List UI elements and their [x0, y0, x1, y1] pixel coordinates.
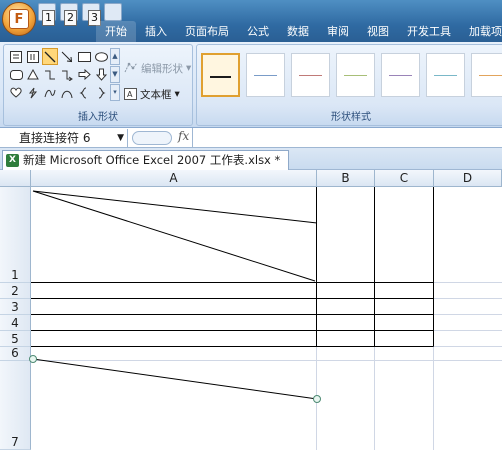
chevron-down-icon: ▾ [174, 88, 180, 100]
gallery-more-icon[interactable]: ▾ [110, 84, 120, 101]
table-borders [31, 187, 434, 347]
tab-page-layout[interactable]: 页面布局 [176, 21, 238, 42]
edit-shape-button[interactable]: 编辑形状 ▾ [124, 59, 191, 77]
formula-input[interactable] [192, 128, 502, 147]
text-box-button[interactable]: A 文本框 ▾ [124, 85, 180, 103]
ribbon-tabs: 开始 插入 页面布局 公式 数据 审阅 视图 开发工具 加载项 [96, 21, 502, 42]
straight-connector-6[interactable] [32, 358, 318, 400]
ribbon-tab-bar: F 1 2 3 开始 插入 页面布局 公式 数据 审阅 视图 开发工具 加载项 [0, 0, 502, 42]
insert-shapes-group: ▲ ▼ ▾ 编辑形状 ▾ A 文本框 ▾ 插入形状 [3, 44, 193, 126]
formula-bar: 直接连接符 6 ▼ fx [0, 128, 502, 148]
ribbon-body: ▲ ▼ ▾ 编辑形状 ▾ A 文本框 ▾ 插入形状 形状样式 [0, 42, 502, 128]
insert-shapes-group-label: 插入形状 [78, 112, 118, 123]
rectangle-shape-icon[interactable] [76, 48, 92, 65]
right-brace-shape-icon[interactable] [93, 84, 109, 101]
text-box-icon: A [124, 88, 137, 100]
tab-home[interactable]: 开始 [96, 21, 136, 42]
key-tip-1: 1 [42, 10, 55, 26]
left-brace-shape-icon[interactable] [76, 84, 92, 101]
shape-style-3[interactable] [291, 53, 330, 97]
shape-style-5[interactable] [381, 53, 420, 97]
chevron-down-icon: ▾ [186, 62, 192, 74]
connector-handle-start[interactable] [29, 355, 37, 363]
excel-file-icon: X [6, 154, 19, 167]
shape-gallery-scroll[interactable]: ▲ ▼ ▾ [110, 48, 120, 102]
tab-formulas[interactable]: 公式 [238, 21, 278, 42]
office-button[interactable]: F [2, 2, 36, 36]
connector-handle-end[interactable] [313, 395, 321, 403]
line-shape-icon[interactable] [42, 48, 58, 65]
gallery-up-icon[interactable]: ▲ [110, 48, 120, 65]
shape-style-2[interactable] [246, 53, 285, 97]
gallery-down-icon[interactable]: ▼ [110, 66, 120, 83]
shape-style-4[interactable] [336, 53, 375, 97]
freeform-curve-shape-icon[interactable] [42, 84, 58, 101]
edit-shape-label: 编辑形状 [141, 62, 183, 75]
chevron-down-icon[interactable]: ▼ [117, 129, 124, 147]
tab-data[interactable]: 数据 [278, 21, 318, 42]
key-tip-2: 2 [64, 10, 77, 26]
triangle-shape-icon[interactable] [25, 66, 41, 83]
edit-shape-icon [124, 62, 138, 73]
shape-style-6[interactable] [426, 53, 465, 97]
shape-styles-group-label: 形状样式 [331, 112, 371, 123]
diagonal-header-line-2[interactable] [32, 190, 316, 282]
curve-shape-icon[interactable] [59, 84, 75, 101]
vertical-text-box-shape-icon[interactable] [25, 48, 41, 65]
tab-review[interactable]: 审阅 [318, 21, 358, 42]
oval-shape-icon[interactable] [93, 48, 109, 65]
office-button-letter: F [9, 9, 29, 29]
sheet-drawing-layer [29, 187, 434, 403]
diagonal-header-line-1[interactable] [32, 190, 318, 224]
heart-shape-icon[interactable] [8, 84, 24, 101]
formula-bar-expand-handle[interactable] [132, 131, 172, 145]
elbow-arrow-connector-shape-icon[interactable] [59, 66, 75, 83]
workbook-tab[interactable]: X 新建 Microsoft Office Excel 2007 工作表.xls… [2, 150, 290, 170]
elbow-connector-shape-icon[interactable] [42, 66, 58, 83]
lightning-shape-icon[interactable] [25, 84, 41, 101]
print-icon[interactable] [104, 3, 122, 21]
right-arrow-shape-icon[interactable] [76, 66, 92, 83]
shape-style-7[interactable] [471, 53, 502, 97]
worksheet-grid[interactable]: A B C D 1 2 3 4 5 6 7 [0, 170, 502, 450]
down-arrow-shape-icon[interactable] [93, 66, 109, 83]
insert-function-button[interactable]: fx [178, 129, 189, 143]
workbook-tab-title: 新建 Microsoft Office Excel 2007 工作表.xlsx … [23, 153, 281, 167]
shape-style-1[interactable] [201, 53, 240, 97]
name-box-value: 直接连接符 6 [19, 131, 91, 145]
text-box-label: 文本框 [140, 88, 172, 101]
tab-view[interactable]: 视图 [358, 21, 398, 42]
tab-developer[interactable]: 开发工具 [398, 21, 460, 42]
name-box[interactable]: 直接连接符 6 ▼ [0, 129, 128, 147]
tab-insert[interactable]: 插入 [136, 21, 176, 42]
workbook-tab-strip: X 新建 Microsoft Office Excel 2007 工作表.xls… [0, 148, 502, 170]
rounded-rectangle-shape-icon[interactable] [8, 66, 24, 83]
text-box-shape-icon[interactable] [8, 48, 24, 65]
arrow-shape-icon[interactable] [59, 48, 75, 65]
shape-gallery [8, 48, 108, 102]
svg-text:A: A [127, 90, 133, 99]
tab-add-ins[interactable]: 加载项 [460, 21, 502, 42]
shape-styles-group: 形状样式 [196, 44, 502, 126]
